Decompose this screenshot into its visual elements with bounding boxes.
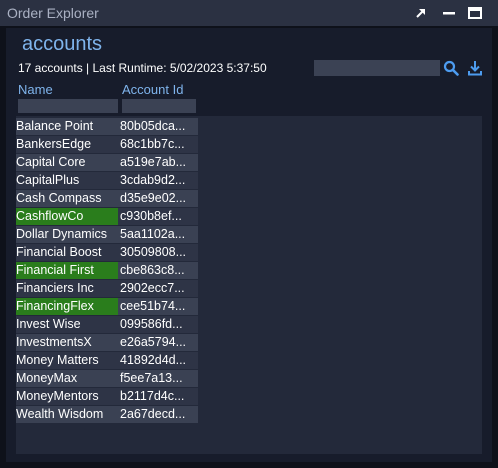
table-row[interactable]: Balance Point 80b05dca... (16, 118, 198, 135)
account-name-cell[interactable]: Capital Core (16, 154, 118, 171)
table-row[interactable]: Wealth Wisdom 2a67decd... (16, 406, 198, 423)
account-id-cell[interactable]: d35e9e02... (120, 190, 198, 207)
table-row[interactable]: Financial First cbe863c8... (16, 262, 198, 279)
account-id-cell[interactable]: 80b05dca... (120, 118, 198, 135)
account-id-cell[interactable]: 3cdab9d2... (120, 172, 198, 189)
account-id-cell[interactable]: 41892d4d... (120, 352, 198, 369)
account-name-cell[interactable]: InvestmentsX (16, 334, 118, 351)
account-name-cell[interactable]: Financial Boost (16, 244, 118, 261)
account-id-cell[interactable]: a519e7ab... (120, 154, 198, 171)
account-name-cell[interactable]: Dollar Dynamics (16, 226, 118, 243)
table-row[interactable]: Cash Compass d35e9e02... (16, 190, 198, 207)
table-row[interactable]: Financial Boost 30509808... (16, 244, 198, 261)
table-row[interactable]: MoneyMentors b2117d4c... (16, 388, 198, 405)
account-id-filter-input[interactable] (122, 99, 196, 113)
account-id-cell[interactable]: 2902ecc7... (120, 280, 198, 297)
minimize-icon[interactable] (440, 4, 458, 22)
search-input[interactable] (314, 60, 440, 76)
name-filter-input[interactable] (18, 99, 118, 113)
account-name-cell[interactable]: Money Matters (16, 352, 118, 369)
account-name-cell[interactable]: CashflowCo (16, 208, 118, 225)
account-id-cell[interactable]: 2a67decd... (120, 406, 198, 423)
table-row[interactable]: MoneyMax f5ee7a13... (16, 370, 198, 387)
account-id-cell[interactable]: cee51b74... (120, 298, 198, 315)
download-icon[interactable] (467, 60, 483, 76)
account-name-cell[interactable]: MoneyMentors (16, 388, 118, 405)
table-row[interactable]: Financiers Inc 2902ecc7... (16, 280, 198, 297)
table-row[interactable]: Invest Wise 099586fd... (16, 316, 198, 333)
panel-title: accounts (22, 33, 103, 55)
account-id-cell[interactable]: cbe863c8... (120, 262, 198, 279)
account-name-cell[interactable]: Financiers Inc (16, 280, 118, 297)
title-bar: Order Explorer (0, 0, 498, 26)
window-title: Order Explorer (7, 5, 99, 21)
account-id-cell[interactable]: 68c1bb7c... (120, 136, 198, 153)
table-row[interactable]: BankersEdge 68c1bb7c... (16, 136, 198, 153)
table-row[interactable]: InvestmentsX e26a5794... (16, 334, 198, 351)
table-row[interactable]: CapitalPlus 3cdab9d2... (16, 172, 198, 189)
account-name-cell[interactable]: Balance Point (16, 118, 118, 135)
account-name-cell[interactable]: FinancingFlex (16, 298, 118, 315)
account-id-cell[interactable]: e26a5794... (120, 334, 198, 351)
accounts-summary: 17 accounts | Last Runtime: 5/02/2023 5:… (18, 61, 267, 75)
account-name-cell[interactable]: Financial First (16, 262, 118, 279)
account-id-cell[interactable]: 099586fd... (120, 316, 198, 333)
popout-icon[interactable] (412, 4, 430, 22)
table-row[interactable]: Money Matters 41892d4d... (16, 352, 198, 369)
maximize-icon[interactable] (466, 4, 484, 22)
account-id-cell[interactable]: f5ee7a13... (120, 370, 198, 387)
account-id-cell[interactable]: c930b8ef... (120, 208, 198, 225)
account-name-cell[interactable]: CapitalPlus (16, 172, 118, 189)
table-row[interactable]: Capital Core a519e7ab... (16, 154, 198, 171)
account-name-cell[interactable]: MoneyMax (16, 370, 118, 387)
table-row[interactable]: FinancingFlex cee51b74... (16, 298, 198, 315)
account-id-cell[interactable]: 5aa1102a... (120, 226, 198, 243)
account-name-cell[interactable]: Wealth Wisdom (16, 406, 118, 423)
account-id-cell[interactable]: b2117d4c... (120, 388, 198, 405)
search-icon[interactable] (443, 60, 459, 76)
column-header-account-id[interactable]: Account Id (122, 82, 183, 97)
account-name-cell[interactable]: Cash Compass (16, 190, 118, 207)
account-name-cell[interactable]: Invest Wise (16, 316, 118, 333)
column-header-name[interactable]: Name (18, 82, 53, 97)
account-name-cell[interactable]: BankersEdge (16, 136, 118, 153)
table-row[interactable]: Dollar Dynamics 5aa1102a... (16, 226, 198, 243)
account-id-cell[interactable]: 30509808... (120, 244, 198, 261)
order-explorer-window: Order Explorer accounts 17 accounts | La… (0, 0, 498, 468)
table-row[interactable]: CashflowCo c930b8ef... (16, 208, 198, 225)
